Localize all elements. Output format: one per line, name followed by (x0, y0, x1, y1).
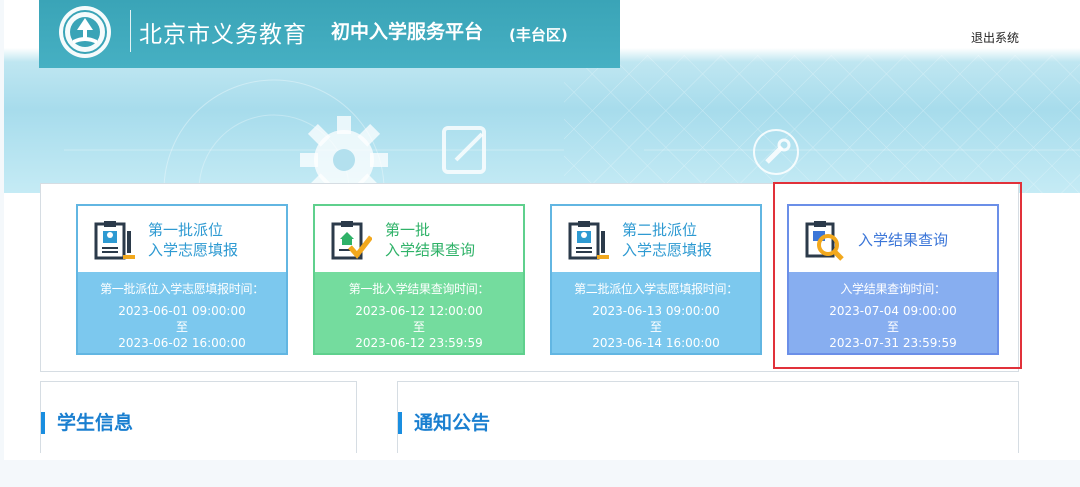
card-name: 第一批 入学结果查询 (385, 220, 475, 260)
to-separator: 至 (175, 320, 188, 334)
card-header: 第一批 入学结果查询 (315, 206, 523, 272)
header-banner: 北京市义务教育 初中入学服务平台 (丰台区) 退出系统 (4, 0, 1080, 193)
card-time-info: 第一批入学结果查询时间： 2023-06-12 12:00:00 至 2023-… (315, 272, 523, 353)
card-name-line1: 第二批派位 (622, 221, 698, 239)
form-fill-icon (94, 221, 135, 260)
gear-icon (300, 116, 388, 193)
header-bar: 北京市义务教育 初中入学服务平台 (丰台区) (39, 0, 620, 68)
card-time-info: 第一批派位入学志愿填报时间： 2023-06-01 09:00:00 至 202… (78, 272, 286, 353)
start-time: 2023-06-13 09:00:00 (592, 304, 720, 318)
page: 北京市义务教育 初中入学服务平台 (丰台区) 退出系统 第一批派位 入学志愿填报… (4, 0, 1080, 460)
card-name: 第一批派位 入学志愿填报 (148, 220, 238, 260)
logout-link[interactable]: 退出系统 (971, 29, 1019, 46)
service-panel: 第一批派位 入学志愿填报 第一批派位入学志愿填报时间： 2023-06-01 0… (40, 183, 1019, 372)
to-separator: 至 (649, 320, 662, 334)
emblem-logo-icon (59, 6, 111, 58)
card-name: 入学结果查询 (858, 231, 949, 249)
end-time: 2023-07-31 23:59:59 (829, 336, 957, 350)
card-time-info: 入学结果查询时间： 2023-07-04 09:00:00 至 2023-07-… (789, 272, 997, 353)
time-label: 第二批派位入学志愿填报时间： (574, 282, 738, 296)
card-second-batch-application[interactable]: 第二批派位 入学志愿填报 第二批派位入学志愿填报时间： 2023-06-13 0… (550, 204, 762, 355)
card-name-line2: 入学结果查询 (385, 241, 476, 259)
card-header: 第一批派位 入学志愿填报 (78, 206, 286, 272)
card-name-line2: 入学志愿填报 (148, 241, 239, 259)
card-name-line1: 第一批派位 (148, 221, 224, 239)
student-info-section: 学生信息 (40, 381, 357, 453)
form-fill-icon (568, 221, 609, 260)
card-name-line2: 入学志愿填报 (622, 241, 713, 259)
time-label: 入学结果查询时间： (840, 282, 946, 296)
result-search-icon (805, 221, 844, 261)
result-check-icon (331, 221, 372, 260)
site-title: 北京市义务教育 (139, 22, 307, 48)
region-label: (丰台区) (509, 26, 568, 44)
to-separator: 至 (412, 320, 425, 334)
card-header: 入学结果查询 (789, 206, 997, 272)
notice-section: 通知公告 (397, 381, 1019, 453)
time-label: 第一批入学结果查询时间： (348, 282, 490, 296)
card-name: 第二批派位 入学志愿填报 (622, 220, 712, 260)
start-time: 2023-06-12 12:00:00 (355, 304, 483, 318)
notice-title: 通知公告 (398, 412, 490, 434)
time-label: 第一批派位入学志愿填报时间： (100, 282, 264, 296)
end-time: 2023-06-12 23:59:59 (355, 336, 483, 350)
start-time: 2023-07-04 09:00:00 (829, 304, 957, 318)
card-first-batch-application[interactable]: 第一批派位 入学志愿填报 第一批派位入学志愿填报时间： 2023-06-01 0… (76, 204, 288, 355)
card-header: 第二批派位 入学志愿填报 (552, 206, 760, 272)
card-time-info: 第二批派位入学志愿填报时间： 2023-06-13 09:00:00 至 202… (552, 272, 760, 353)
start-time: 2023-06-01 09:00:00 (118, 304, 246, 318)
card-first-batch-result[interactable]: 第一批 入学结果查询 第一批入学结果查询时间： 2023-06-12 12:00… (313, 204, 525, 355)
end-time: 2023-06-14 16:00:00 (592, 336, 720, 350)
platform-title: 初中入学服务平台 (331, 21, 484, 43)
card-name-line1: 第一批 (385, 221, 431, 239)
title-divider (130, 10, 131, 52)
end-time: 2023-06-02 16:00:00 (118, 336, 246, 350)
to-separator: 至 (886, 320, 899, 334)
student-info-title: 学生信息 (41, 412, 133, 434)
card-admission-result[interactable]: 入学结果查询 入学结果查询时间： 2023-07-04 09:00:00 至 2… (787, 204, 999, 355)
